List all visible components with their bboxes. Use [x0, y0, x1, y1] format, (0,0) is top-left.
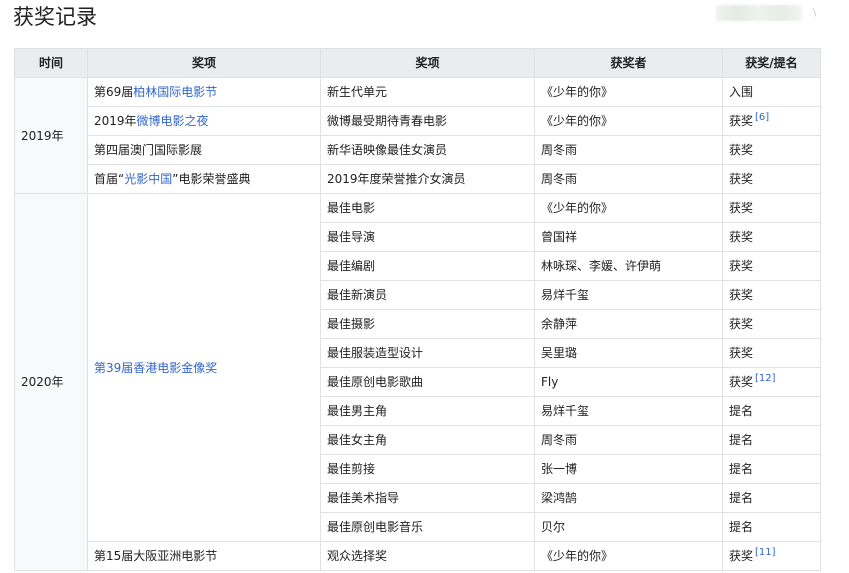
category-cell: 2019年度荣誉推介女演员 — [320, 164, 535, 194]
category-cell: 最佳原创电影音乐 — [320, 512, 535, 542]
result-text: 获奖 — [729, 549, 754, 563]
winner-cell: 张一博 — [534, 454, 723, 484]
table-row: 首届“光影中国”电影荣誉盛典 2019年度荣誉推介女演员 周冬雨 获奖 — [15, 164, 821, 194]
result-text: 获奖 — [729, 375, 754, 389]
category-cell: 最佳摄影 — [320, 309, 535, 339]
event-cell: 2019年微博电影之夜 — [87, 106, 321, 136]
winner-cell: Fly — [534, 367, 723, 397]
event-cell: 首届“光影中国”电影荣誉盛典 — [87, 164, 321, 194]
page: 获奖记录 ∖ 时间 奖项 奖项 获奖者 获奖/提名 2019年 第69届柏林国际… — [0, 0, 849, 573]
reference-link[interactable]: [6] — [755, 112, 769, 123]
table-row: 2019年微博电影之夜 微博最受期待青春电影 《少年的你》 获奖 [6] — [15, 106, 821, 136]
event-link[interactable]: 第39届香港电影金像奖 — [94, 361, 217, 375]
header-event: 奖项 — [87, 48, 321, 78]
category-cell: 最佳女主角 — [320, 425, 535, 455]
table-row: 第四届澳门国际影展 新华语映像最佳女演员 周冬雨 获奖 — [15, 135, 821, 165]
winner-cell: 吴里璐 — [534, 338, 723, 368]
event-link[interactable]: 微博电影之夜 — [137, 114, 209, 128]
category-cell: 最佳美术指导 — [320, 483, 535, 513]
category-cell: 最佳电影 — [320, 193, 535, 223]
event-suffix: ”电影荣誉盛典 — [172, 172, 251, 186]
result-cell: 获奖 — [722, 193, 821, 223]
header-category: 奖项 — [320, 48, 535, 78]
event-cell: 第四届澳门国际影展 — [87, 135, 321, 165]
winner-cell: 周冬雨 — [534, 164, 723, 194]
result-cell: 获奖 — [722, 222, 821, 252]
header-result: 获奖/提名 — [722, 48, 821, 78]
result-cell: 获奖 — [722, 338, 821, 368]
winner-cell: 林咏琛、李媛、许伊萌 — [534, 251, 723, 281]
category-cell: 最佳原创电影歌曲 — [320, 367, 535, 397]
event-prefix: 首届“ — [94, 172, 125, 186]
result-cell: 提名 — [722, 425, 821, 455]
category-cell: 最佳男主角 — [320, 396, 535, 426]
awards-table: 时间 奖项 奖项 获奖者 获奖/提名 2019年 第69届柏林国际电影节 新生代… — [14, 48, 821, 571]
winner-cell: 周冬雨 — [534, 425, 723, 455]
result-text: 获奖 — [729, 114, 754, 128]
category-cell: 观众选择奖 — [320, 541, 535, 571]
result-cell: 获奖 [6] — [722, 106, 821, 136]
result-cell: 提名 — [722, 396, 821, 426]
header-winner: 获奖者 — [534, 48, 723, 78]
reference-link[interactable]: [12] — [755, 373, 776, 384]
year-cell-2020: 2020年 — [14, 193, 88, 571]
event-prefix: 第69届 — [94, 85, 134, 99]
table-header-row: 时间 奖项 奖项 获奖者 获奖/提名 — [14, 48, 821, 78]
result-cell: 提名 — [722, 483, 821, 513]
winner-cell: 曾国祥 — [534, 222, 723, 252]
result-cell: 获奖 — [722, 309, 821, 339]
reference-link[interactable]: [11] — [755, 547, 776, 558]
category-cell: 最佳编剧 — [320, 251, 535, 281]
winner-cell: 易烊千玺 — [534, 396, 723, 426]
winner-cell: 《少年的你》 — [534, 106, 723, 136]
page-heading: 获奖记录 — [13, 5, 97, 29]
category-cell: 新华语映像最佳女演员 — [320, 135, 535, 165]
category-cell: 最佳导演 — [320, 222, 535, 252]
event-cell: 第39届香港电影金像奖 — [87, 193, 321, 542]
winner-cell: 余静萍 — [534, 309, 723, 339]
result-cell: 获奖 — [722, 135, 821, 165]
result-cell: 提名 — [722, 454, 821, 484]
result-cell: 获奖 [12] — [722, 367, 821, 397]
category-cell: 最佳服装造型设计 — [320, 338, 535, 368]
result-cell: 提名 — [722, 512, 821, 542]
result-cell: 获奖 — [722, 164, 821, 194]
table-row: 2019年 第69届柏林国际电影节 新生代单元 《少年的你》 入围 — [14, 77, 821, 194]
category-cell: 最佳新演员 — [320, 280, 535, 310]
blurred-watermark — [716, 5, 802, 21]
result-cell: 入围 — [722, 77, 821, 107]
winner-cell: 《少年的你》 — [534, 193, 723, 223]
result-cell: 获奖 [11] — [722, 541, 821, 571]
winner-cell: 易烊千玺 — [534, 280, 723, 310]
result-cell: 获奖 — [722, 280, 821, 310]
winner-cell: 贝尔 — [534, 512, 723, 542]
year-cell-2019: 2019年 — [14, 77, 88, 194]
winner-cell: 《少年的你》 — [534, 77, 723, 107]
table-row: 第15届大阪亚洲电影节 观众选择奖 《少年的你》 获奖 [11] — [15, 541, 821, 571]
category-cell: 新生代单元 — [320, 77, 535, 107]
event-link[interactable]: 柏林国际电影节 — [133, 85, 217, 99]
winner-cell: 周冬雨 — [534, 135, 723, 165]
header-time: 时间 — [14, 48, 88, 78]
winner-cell: 《少年的你》 — [534, 541, 723, 571]
category-cell: 最佳剪接 — [320, 454, 535, 484]
result-cell: 获奖 — [722, 251, 821, 281]
event-cell: 第69届柏林国际电影节 — [87, 77, 321, 107]
category-cell: 微博最受期待青春电影 — [320, 106, 535, 136]
event-cell: 第15届大阪亚洲电影节 — [87, 541, 321, 571]
event-prefix: 2019年 — [94, 114, 137, 128]
edit-corner-icon: ∖ — [811, 8, 818, 19]
table-row: 2020年 第39届香港电影金像奖 最佳电影 《少年的你》 获奖 — [14, 193, 821, 571]
winner-cell: 梁鸿鹄 — [534, 483, 723, 513]
event-link[interactable]: 光影中国 — [124, 172, 172, 186]
